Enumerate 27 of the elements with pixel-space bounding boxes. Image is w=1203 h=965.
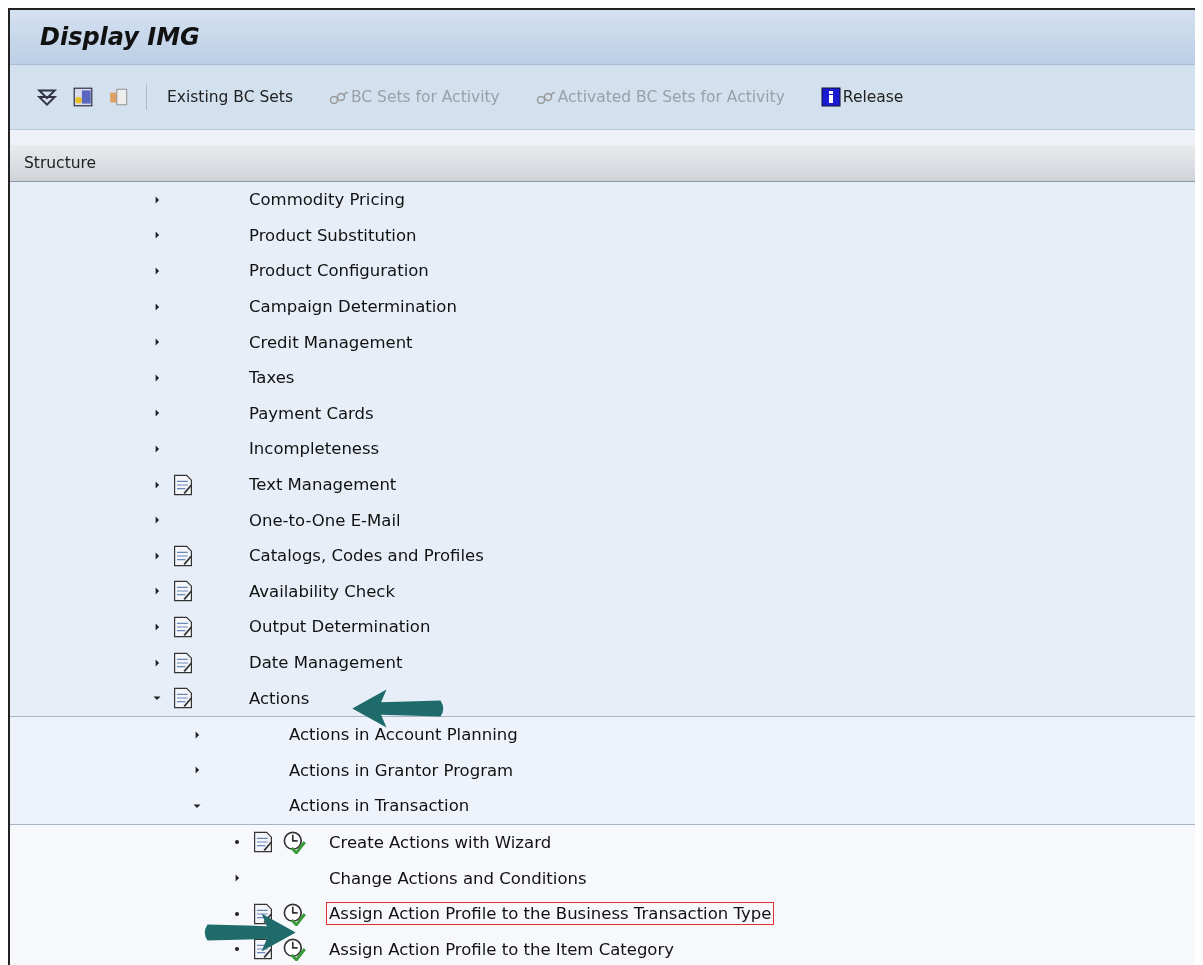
info-icon bbox=[820, 87, 841, 107]
tree-item[interactable]: Campaign Determination bbox=[246, 295, 460, 319]
tree-item[interactable]: Assign Action Profile to the Item Category bbox=[326, 937, 678, 961]
tree-item[interactable]: One-to-One E-Mail bbox=[246, 508, 404, 532]
window-title: Display IMG bbox=[40, 23, 200, 51]
tree-item[interactable]: Actions bbox=[246, 686, 313, 710]
tree-item[interactable]: Availability Check bbox=[246, 579, 398, 603]
tree-item[interactable]: Commodity Pricing bbox=[246, 188, 408, 212]
tree-item[interactable]: Product Substitution bbox=[246, 223, 420, 247]
tree-item[interactable]: Date Management bbox=[246, 651, 406, 674]
tree-item[interactable]: Text Management bbox=[246, 473, 400, 497]
toolbar-button[interactable]: Release bbox=[814, 85, 910, 109]
tree-item[interactable]: Assign Action Profile to the Business Transaction Type bbox=[326, 902, 775, 926]
column-header-label: Structure bbox=[24, 154, 97, 172]
tree-item[interactable]: Change Actions and Conditions bbox=[326, 866, 590, 890]
toolbar-button[interactable]: Existing BC Sets bbox=[161, 86, 299, 108]
tree-item[interactable]: Catalogs, Codes and Profiles bbox=[246, 544, 487, 568]
tree-item[interactable]: Output Determination bbox=[246, 615, 434, 639]
tree-item[interactable]: Incompleteness bbox=[246, 437, 383, 461]
tree-item[interactable]: Credit Management bbox=[246, 330, 416, 354]
tree-item[interactable]: Product Configuration bbox=[246, 259, 432, 283]
tree-item[interactable]: Payment Cards bbox=[246, 401, 377, 425]
tree-item[interactable]: Taxes bbox=[246, 366, 298, 390]
tree-item[interactable]: Create Actions with Wizard bbox=[326, 831, 555, 854]
tree-item[interactable]: Actions in Account Planning bbox=[286, 723, 521, 747]
tree-item[interactable]: Actions in Transaction bbox=[286, 794, 473, 818]
tree-item[interactable]: Actions in Grantor Program bbox=[286, 758, 517, 782]
